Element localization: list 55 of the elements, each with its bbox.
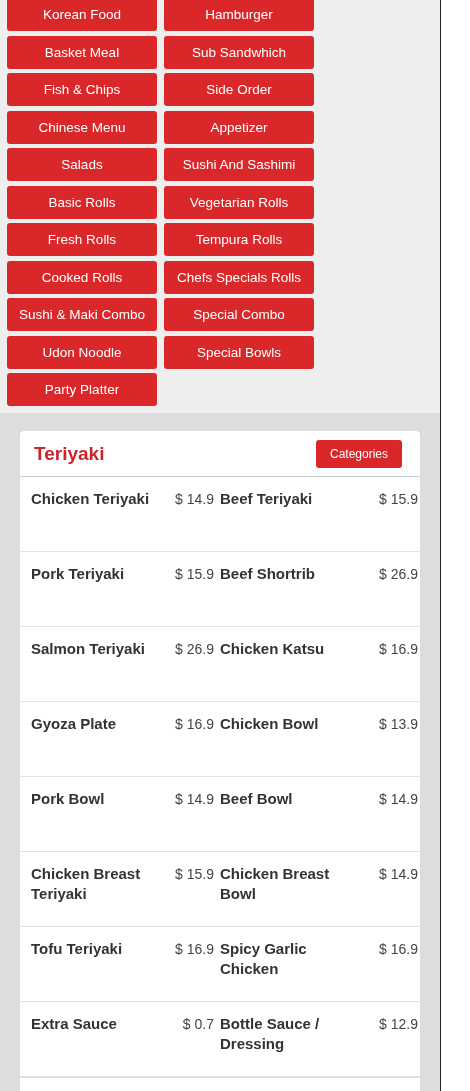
item-price: $ 15.9 xyxy=(379,490,418,509)
category-button[interactable]: Fish & Chips xyxy=(7,73,157,106)
item-name: Pork Bowl xyxy=(31,789,106,809)
item-price: $ 14.9 xyxy=(175,790,214,809)
category-button[interactable]: Sushi & Maki Combo xyxy=(7,298,157,331)
item-price: $ 26.9 xyxy=(379,565,418,584)
item-name: Gyoza Plate xyxy=(31,714,118,734)
item-name: Bottle Sauce / Dressing xyxy=(220,1014,321,1054)
category-button[interactable]: Salads xyxy=(7,148,157,181)
item-name: Chicken Breast Teriyaki xyxy=(31,864,142,904)
category-button[interactable]: Sub Sandwhich xyxy=(164,35,314,69)
item-price: $ 12.9 xyxy=(379,1015,418,1034)
item-name: Tofu Teriyaki xyxy=(31,939,124,959)
item-name: Beef Bowl xyxy=(220,789,294,809)
item-name: Salmon Teriyaki xyxy=(31,639,146,659)
item-name: Chicken Teriyaki xyxy=(31,489,151,509)
item-name: Chicken Katsu xyxy=(220,639,326,659)
item-name: Beef Shortrib xyxy=(220,564,316,584)
category-button[interactable]: Hamburger xyxy=(164,0,314,31)
section-title: Teriyaki xyxy=(34,442,105,465)
item-name: Chicken Breast Bowl xyxy=(220,864,331,904)
item-price: $ 13.9 xyxy=(379,715,418,734)
category-button[interactable]: Korean Food xyxy=(7,0,157,31)
item-price: $ 16.9 xyxy=(379,640,418,659)
category-button[interactable]: Chefs Specials Rolls xyxy=(164,260,314,294)
item-price: $ 0.7 xyxy=(182,1015,214,1034)
category-button[interactable]: Udon Noodle xyxy=(7,335,157,369)
item-price: $ 15.9 xyxy=(175,865,214,884)
item-price: $ 16.9 xyxy=(379,940,418,959)
category-button[interactable]: Appetizer xyxy=(164,110,314,144)
item-price: $ 14.9 xyxy=(379,790,418,809)
category-button[interactable]: Side Order xyxy=(164,73,314,106)
category-button[interactable]: Sushi And Sashimi xyxy=(164,148,314,181)
category-button[interactable]: Chinese Menu xyxy=(7,110,157,144)
item-price: $ 16.9 xyxy=(175,940,214,959)
item-price: $ 14.9 xyxy=(175,490,214,509)
item-name: Pork Teriyaki xyxy=(31,564,126,584)
item-price: $ 16.9 xyxy=(175,715,214,734)
category-button[interactable]: Basic Rolls xyxy=(7,185,157,219)
category-button[interactable]: Party Platter xyxy=(7,373,157,406)
category-button[interactable]: Fresh Rolls xyxy=(7,223,157,256)
category-button[interactable]: Tempura Rolls xyxy=(164,223,314,256)
category-button[interactable]: Cooked Rolls xyxy=(7,260,157,294)
category-button[interactable]: Vegetarian Rolls xyxy=(164,185,314,219)
item-price: $ 26.9 xyxy=(175,640,214,659)
item-name: Extra Sauce xyxy=(31,1014,118,1034)
item-name: Beef Teriyaki xyxy=(220,489,314,509)
category-button[interactable]: Special Bowls xyxy=(164,335,314,369)
item-name: Spicy Garlic Chicken xyxy=(220,939,308,979)
categories-button[interactable]: Categories xyxy=(316,439,402,468)
category-button[interactable]: Basket Meal xyxy=(7,35,157,69)
item-price: $ 14.9 xyxy=(379,865,418,884)
item-price: $ 15.9 xyxy=(175,565,214,584)
category-button[interactable]: Special Combo xyxy=(164,298,314,331)
item-name: Chicken Bowl xyxy=(220,714,320,734)
